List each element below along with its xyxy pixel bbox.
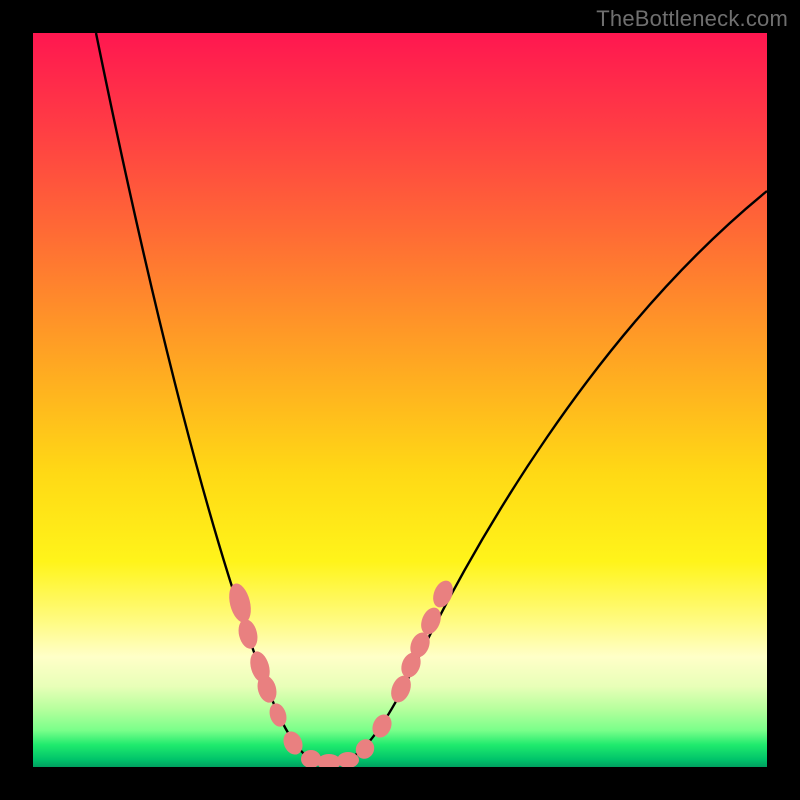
watermark-text: TheBottleneck.com	[596, 6, 788, 32]
data-beads-group	[225, 578, 456, 767]
plot-area	[33, 33, 767, 767]
curve-right-branch	[329, 191, 767, 765]
chart-outer-frame: TheBottleneck.com	[0, 0, 800, 800]
data-bead	[236, 617, 261, 650]
data-bead	[417, 605, 444, 638]
data-bead	[267, 701, 290, 729]
data-bead	[387, 673, 414, 706]
bottleneck-curve	[33, 33, 767, 767]
curve-left-branch	[96, 33, 329, 765]
data-bead	[225, 581, 254, 625]
